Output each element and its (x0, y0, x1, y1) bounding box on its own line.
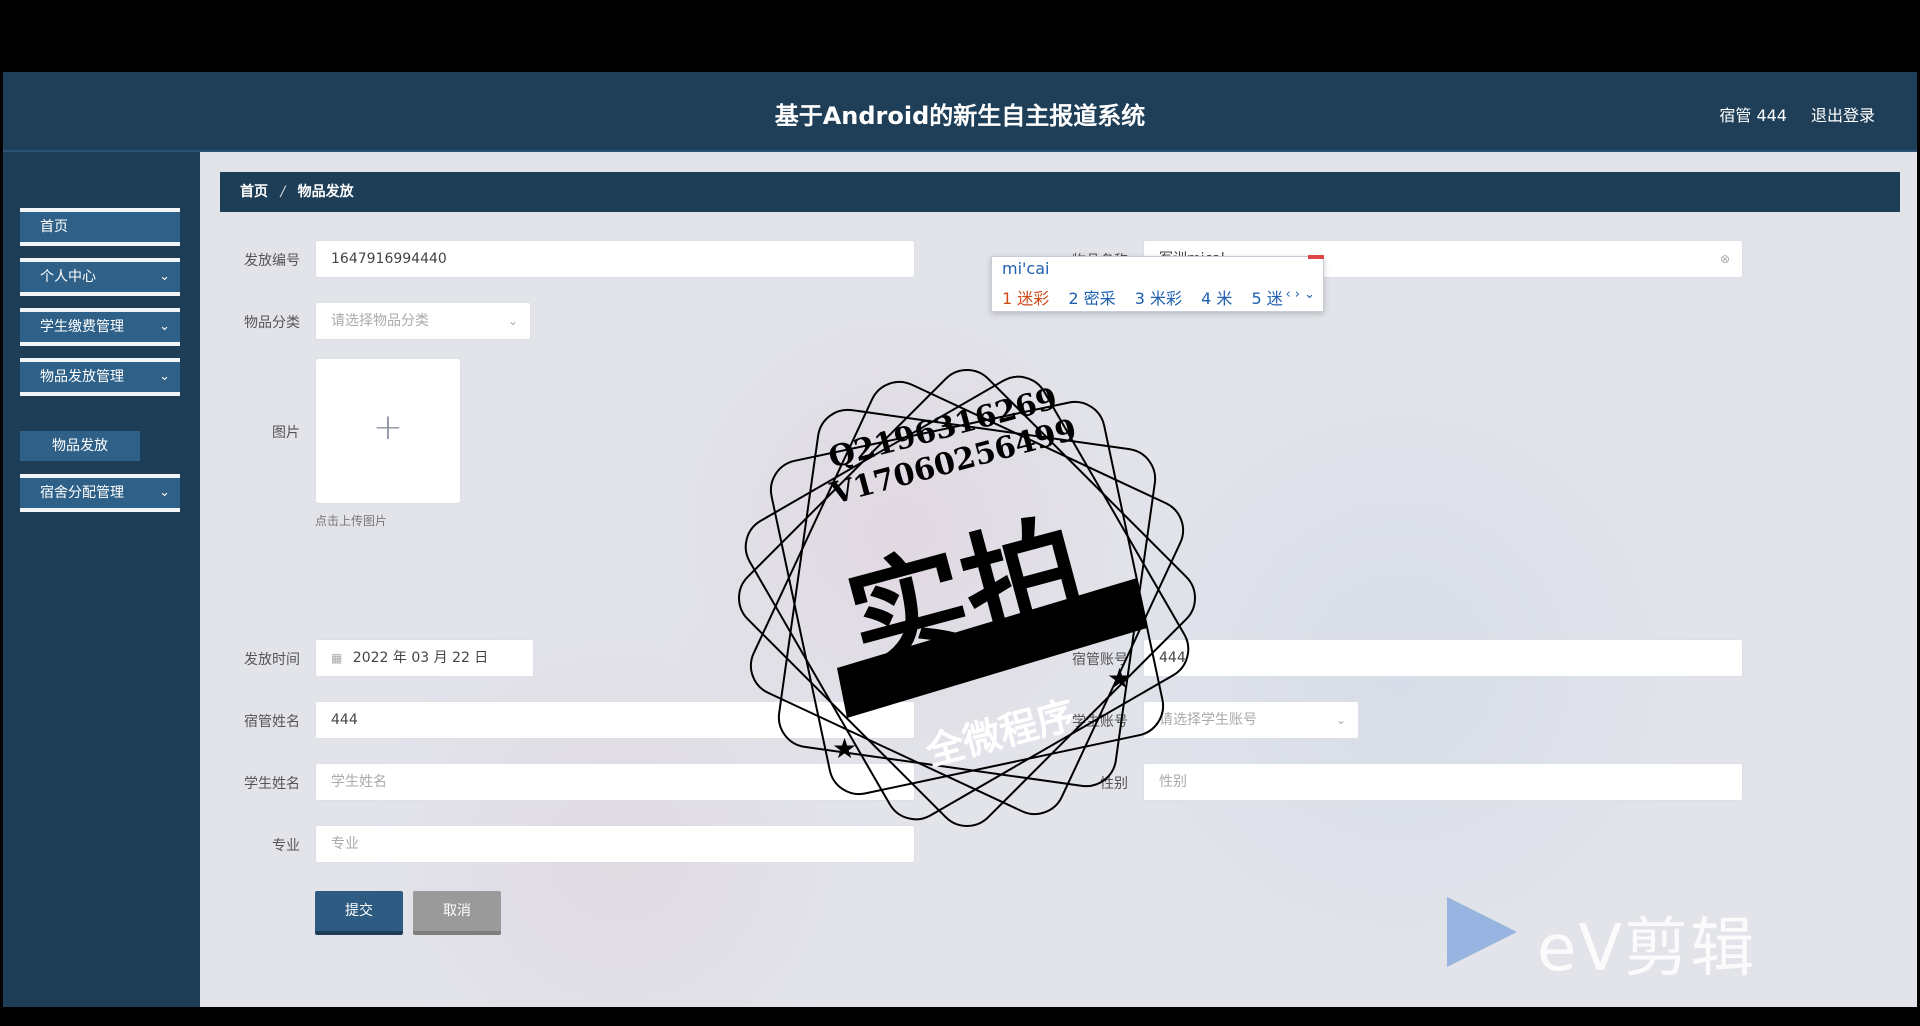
label-student-account: 学生账号 (1072, 714, 1128, 730)
submit-button[interactable]: 提交 (315, 891, 403, 935)
student-account-placeholder: 请选择学生账号 (1159, 712, 1257, 728)
ime-candidate[interactable]: 2 密采 (1068, 289, 1115, 308)
chevron-down-icon: ⌄ (159, 319, 170, 334)
chevron-down-icon: ⌄ (159, 269, 170, 284)
ev-editor-text: eV剪辑 (1537, 912, 1757, 986)
label-image: 图片 (272, 425, 300, 441)
current-user: 宿管 444 (1719, 106, 1787, 125)
label-major: 专业 (272, 838, 300, 854)
breadcrumb-home[interactable]: 首页 (240, 184, 268, 200)
gender-field[interactable]: 性别 (1143, 763, 1743, 801)
logout-link[interactable]: 退出登录 (1811, 102, 1875, 126)
play-triangle-icon (1447, 897, 1517, 967)
distribution-time-picker[interactable]: ▦ 2022 年 03 月 22 日 (315, 639, 534, 677)
sidebar-item-payment-management[interactable]: 学生缴费管理 ⌄ (20, 308, 180, 346)
top-header: 基于Android的新生自主报道系统 宿管 444 退出登录 (3, 72, 1917, 152)
distribution-number-field[interactable]: 1647916994440 (315, 240, 915, 278)
sidebar-item-item-distribution[interactable]: 物品发放管理 ⌄ (20, 358, 180, 396)
plus-icon: + (372, 407, 404, 448)
cancel-button[interactable]: 取消 (413, 891, 501, 935)
calendar-icon: ▦ (331, 651, 343, 665)
sidebar-item-label: 首页 (40, 219, 68, 235)
ime-candidate[interactable]: 1 迷彩 (1002, 289, 1049, 308)
ime-accent-bar (1308, 255, 1324, 259)
label-student-name: 学生姓名 (244, 776, 300, 792)
dorm-manager-account-field[interactable]: 444 (1143, 639, 1743, 677)
distribution-time-value: 2022 年 03 月 22 日 (352, 650, 489, 666)
submenu-item-distribution[interactable]: 物品发放 (20, 431, 140, 461)
ime-pinyin: mi'cai (1002, 259, 1050, 278)
sidebar-item-label: 宿舍分配管理 (40, 485, 124, 501)
label-distribution-number: 发放编号 (244, 253, 300, 269)
clear-icon[interactable]: ⊗ (1720, 241, 1730, 277)
ime-candidate-popup: mi'cai 1 迷彩 2 密采 3 米彩 4 米 5 迷 ‹ › ⌄ (991, 256, 1324, 312)
sidebar-item-label: 个人中心 (40, 269, 96, 285)
item-category-select[interactable]: 请选择物品分类 ⌄ (315, 302, 531, 340)
ime-candidates: 1 迷彩 2 密采 3 米彩 4 米 5 迷 (1002, 285, 1297, 309)
label-dorm-manager-account: 宿管账号 (1072, 652, 1128, 668)
chevron-down-icon: ⌄ (1335, 713, 1346, 727)
student-name-field[interactable]: 学生姓名 (315, 763, 915, 801)
breadcrumb: 首页 / 物品发放 (220, 172, 1900, 212)
breadcrumb-separator: / (280, 184, 286, 200)
sidebar: 首页 个人中心 ⌄ 学生缴费管理 ⌄ 物品发放管理 ⌄ 物品发放 宿舍分配管理 … (3, 152, 200, 1007)
chevron-down-icon: ⌄ (159, 485, 170, 500)
ime-page-nav[interactable]: ‹ › ⌄ (1285, 287, 1315, 302)
student-account-select[interactable]: 请选择学生账号 ⌄ (1143, 701, 1359, 739)
label-distribution-time: 发放时间 (244, 652, 300, 668)
upload-hint: 点击上传图片 (315, 514, 388, 528)
chevron-down-icon: ⌄ (507, 314, 518, 328)
chevron-down-icon: ⌄ (159, 369, 170, 384)
sidebar-item-label: 学生缴费管理 (40, 319, 124, 335)
sidebar-item-personal-center[interactable]: 个人中心 ⌄ (20, 258, 180, 296)
label-dorm-manager-name: 宿管姓名 (244, 714, 300, 730)
sidebar-item-dorm-allocation[interactable]: 宿舍分配管理 ⌄ (20, 474, 180, 512)
label-gender: 性别 (1100, 776, 1128, 792)
breadcrumb-current: 物品发放 (297, 184, 354, 200)
ime-candidate[interactable]: 5 迷 (1252, 289, 1283, 308)
dorm-manager-name-field[interactable]: 444 (315, 701, 915, 739)
app-title: 基于Android的新生自主报道系统 (774, 102, 1146, 130)
app-window: 基于Android的新生自主报道系统 宿管 444 退出登录 首页 个人中心 ⌄… (3, 72, 1917, 1007)
sidebar-item-label: 物品发放管理 (40, 369, 124, 385)
ev-editor-logo: eV剪辑 (1437, 887, 1817, 986)
ime-candidate[interactable]: 3 米彩 (1135, 289, 1182, 308)
ime-candidate[interactable]: 4 米 (1201, 289, 1232, 308)
item-category-placeholder: 请选择物品分类 (331, 313, 429, 329)
image-upload-box[interactable]: + (315, 358, 461, 504)
label-item-category: 物品分类 (244, 315, 300, 331)
sidebar-item-home[interactable]: 首页 (20, 208, 180, 246)
major-field[interactable]: 专业 (315, 825, 915, 863)
